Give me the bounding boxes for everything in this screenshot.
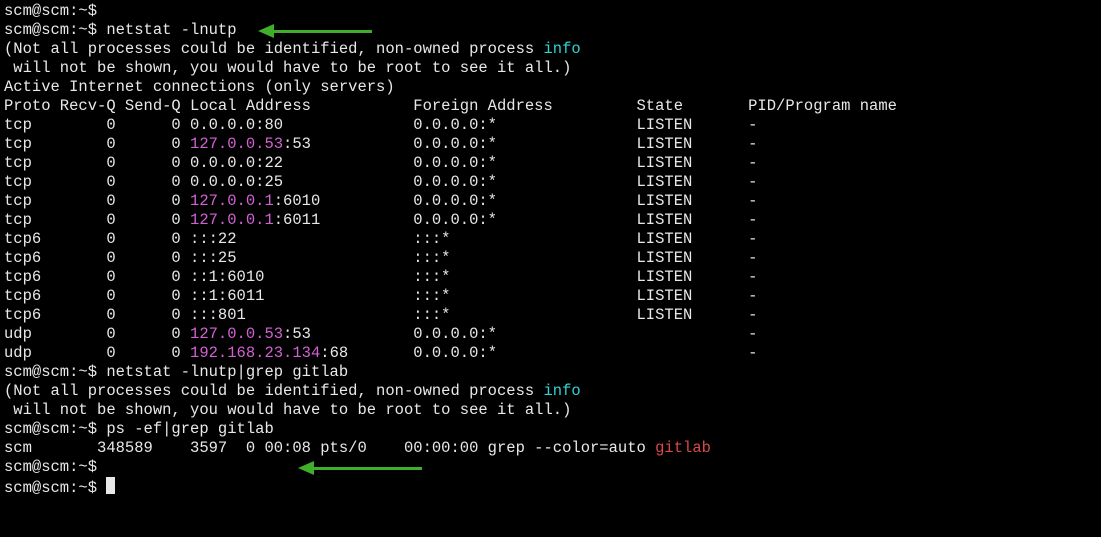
info-keyword: info — [544, 40, 581, 58]
command-text: netstat -lnutp — [97, 21, 237, 39]
command-line: scm@scm:~$ ps -ef|grep gitlab — [4, 420, 1097, 439]
prompt-line: scm@scm:~$ — [4, 2, 1097, 21]
table-row: tcp 0 0 0.0.0.0:22 0.0.0.0:* LISTEN - — [4, 154, 1097, 173]
prompt: scm@scm:~$ — [4, 458, 97, 476]
message-line: (Not all processes could be identified, … — [4, 40, 1097, 59]
prompt: scm@scm:~$ — [4, 479, 97, 497]
prompt: scm@scm:~$ — [4, 21, 97, 39]
header-line: Active Internet connections (only server… — [4, 78, 1097, 97]
table-row: tcp6 0 0 ::1:6011 :::* LISTEN - — [4, 287, 1097, 306]
ip-address: 192.168.23.134 — [190, 344, 320, 362]
message-line: (Not all processes could be identified, … — [4, 382, 1097, 401]
table-row: tcp 0 0 0.0.0.0:80 0.0.0.0:* LISTEN - — [4, 116, 1097, 135]
table-row: tcp 0 0 127.0.0.1:6011 0.0.0.0:* LISTEN … — [4, 211, 1097, 230]
prompt: scm@scm:~$ — [4, 363, 97, 381]
table-row: tcp 0 0 0.0.0.0:25 0.0.0.0:* LISTEN - — [4, 173, 1097, 192]
table-row: tcp6 0 0 :::801 :::* LISTEN - — [4, 306, 1097, 325]
table-row: tcp 0 0 127.0.0.1:6010 0.0.0.0:* LISTEN … — [4, 192, 1097, 211]
command-line: scm@scm:~$ netstat -lnutp|grep gitlab — [4, 363, 1097, 382]
command-text: ps -ef|grep gitlab — [97, 420, 274, 438]
command-line: scm@scm:~$ netstat -lnutp — [4, 21, 1097, 40]
message-line: will not be shown, you would have to be … — [4, 59, 1097, 78]
prompt-line: scm@scm:~$ — [4, 477, 1097, 498]
ip-address: 127.0.0.1 — [190, 211, 274, 229]
table-row: tcp6 0 0 :::22 :::* LISTEN - — [4, 230, 1097, 249]
table-row: tcp6 0 0 ::1:6010 :::* LISTEN - — [4, 268, 1097, 287]
cursor — [106, 477, 115, 494]
grep-match: gitlab — [655, 439, 711, 457]
table-row: udp 0 0 127.0.0.53:53 0.0.0.0:* - — [4, 325, 1097, 344]
message-line: will not be shown, you would have to be … — [4, 401, 1097, 420]
prompt: scm@scm:~$ — [4, 420, 97, 438]
terminal-output[interactable]: scm@scm:~$scm@scm:~$ netstat -lnutp(Not … — [4, 2, 1097, 498]
table-row: tcp6 0 0 :::25 :::* LISTEN - — [4, 249, 1097, 268]
ip-address: 127.0.0.53 — [190, 135, 283, 153]
ps-output-line: scm 348589 3597 0 00:08 pts/0 00:00:00 g… — [4, 439, 1097, 458]
prompt: scm@scm:~$ — [4, 2, 97, 20]
ip-address: 127.0.0.53 — [190, 325, 283, 343]
prompt-line: scm@scm:~$ — [4, 458, 1097, 477]
info-keyword: info — [544, 382, 581, 400]
command-text: netstat -lnutp|grep gitlab — [97, 363, 348, 381]
table-row: tcp 0 0 127.0.0.53:53 0.0.0.0:* LISTEN - — [4, 135, 1097, 154]
ip-address: 127.0.0.1 — [190, 192, 274, 210]
table-header: Proto Recv-Q Send-Q Local Address Foreig… — [4, 97, 1097, 116]
table-row: udp 0 0 192.168.23.134:68 0.0.0.0:* - — [4, 344, 1097, 363]
